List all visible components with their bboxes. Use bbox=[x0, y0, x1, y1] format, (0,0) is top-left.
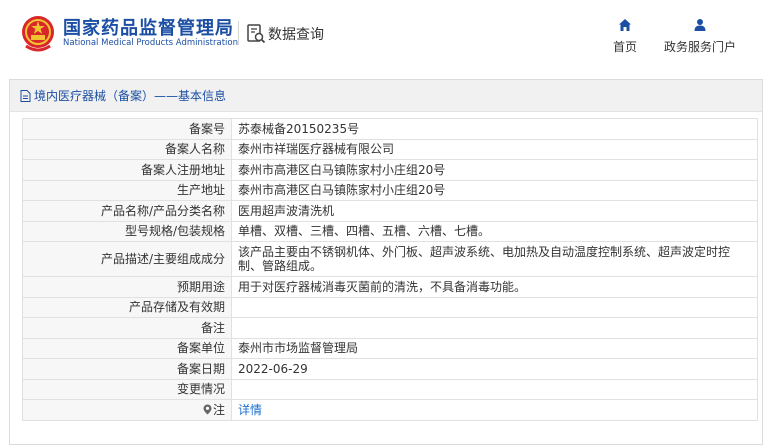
row-label-product-description: 产品描述/主要组成成分 bbox=[22, 241, 232, 277]
row-value-filer-name: 泰州市祥瑞医疗器械有限公司 bbox=[231, 138, 758, 160]
row-value-model-spec: 单槽、双槽、三槽、四槽、五槽、六槽、七槽。 bbox=[231, 220, 758, 242]
table-row: 备注 bbox=[22, 317, 758, 339]
row-value-filing-unit: 泰州市市场监督管理局 bbox=[231, 337, 758, 359]
row-label-intended-use: 预期用途 bbox=[22, 276, 232, 298]
row-label-product-name: 产品名称/产品分类名称 bbox=[22, 200, 232, 222]
nav-home-label: 首页 bbox=[612, 40, 637, 54]
document-icon bbox=[20, 89, 31, 102]
table-row: 注 详情 bbox=[22, 399, 758, 421]
data-query-title[interactable]: 数据查询 bbox=[268, 24, 324, 44]
row-value-remarks bbox=[231, 317, 758, 339]
table-row: 备案人注册地址 泰州市高港区白马镇陈家村小庄组20号 bbox=[22, 159, 758, 181]
row-value-filing-date: 2022-06-29 bbox=[231, 358, 758, 380]
record-panel: 境内医疗器械（备案）——基本信息 备案号 苏泰械备20150235号 备案人名称… bbox=[9, 79, 763, 445]
database-search-icon bbox=[247, 24, 266, 44]
site-title-cn[interactable]: 国家药品监督管理局 bbox=[63, 14, 234, 40]
table-row: 产品描述/主要组成成分 该产品主要由不锈钢机体、外门板、超声波系统、电加热及自动… bbox=[22, 241, 758, 277]
row-label-filer-name: 备案人名称 bbox=[22, 138, 232, 160]
row-value-product-description: 该产品主要由不锈钢机体、外门板、超声波系统、电加热及自动温度控制系统、超声波定时… bbox=[231, 241, 758, 277]
row-value-production-address: 泰州市高港区白马镇陈家村小庄组20号 bbox=[231, 179, 758, 201]
table-row: 型号规格/包装规格 单槽、双槽、三槽、四槽、五槽、六槽、七槽。 bbox=[22, 220, 758, 242]
row-label-registered-address: 备案人注册地址 bbox=[22, 159, 232, 181]
nav-service-portal-label: 政务服务门户 bbox=[663, 40, 736, 54]
row-label-filing-date: 备案日期 bbox=[22, 358, 232, 380]
row-label-note-text: 注 bbox=[212, 402, 225, 417]
row-value-note: 详情 bbox=[231, 399, 758, 421]
header-divider bbox=[238, 21, 239, 45]
table-row: 变更情况 bbox=[22, 378, 758, 400]
table-row: 预期用途 用于对医疗器械消毒灭菌前的清洗，不具备消毒功能。 bbox=[22, 276, 758, 298]
row-label-note: 注 bbox=[22, 399, 232, 421]
row-value-registered-address: 泰州市高港区白马镇陈家村小庄组20号 bbox=[231, 159, 758, 181]
table-row: 备案单位 泰州市市场监督管理局 bbox=[22, 337, 758, 359]
row-label-model-spec: 型号规格/包装规格 bbox=[22, 220, 232, 242]
row-label-production-address: 生产地址 bbox=[22, 179, 232, 201]
nav-home[interactable]: 首页 bbox=[605, 18, 645, 55]
row-label-remarks: 备注 bbox=[22, 317, 232, 339]
panel-title: 境内医疗器械（备案）——基本信息 bbox=[34, 89, 227, 103]
site-title-en[interactable]: National Medical Products Administration bbox=[63, 38, 238, 48]
table-row: 备案日期 2022-06-29 bbox=[22, 358, 758, 380]
row-value-intended-use: 用于对医疗器械消毒灭菌前的清洗，不具备消毒功能。 bbox=[231, 276, 758, 298]
table-row: 备案人名称 泰州市祥瑞医疗器械有限公司 bbox=[22, 138, 758, 160]
row-value-product-name: 医用超声波清洗机 bbox=[231, 200, 758, 222]
home-icon bbox=[619, 19, 631, 31]
location-pin-icon bbox=[203, 404, 212, 415]
record-info-table: 备案号 苏泰械备20150235号 备案人名称 泰州市祥瑞医疗器械有限公司 备案… bbox=[22, 118, 758, 421]
panel-header: 境内医疗器械（备案）——基本信息 bbox=[10, 80, 762, 112]
table-row: 生产地址 泰州市高港区白马镇陈家村小庄组20号 bbox=[22, 179, 758, 201]
site-header: 国家药品监督管理局 National Medical Products Admi… bbox=[0, 0, 765, 74]
user-icon bbox=[694, 19, 706, 31]
row-value-record-number: 苏泰械备20150235号 bbox=[231, 118, 758, 140]
row-label-change-status: 变更情况 bbox=[22, 378, 232, 400]
row-value-change-status bbox=[231, 378, 758, 400]
table-row: 备案号 苏泰械备20150235号 bbox=[22, 118, 758, 140]
table-row: 产品存储及有效期 bbox=[22, 296, 758, 318]
national-emblem-icon bbox=[22, 16, 54, 52]
row-value-storage-validity bbox=[231, 296, 758, 318]
row-label-record-number: 备案号 bbox=[22, 118, 232, 140]
table-row: 产品名称/产品分类名称 医用超声波清洗机 bbox=[22, 200, 758, 222]
row-label-storage-validity: 产品存储及有效期 bbox=[22, 296, 232, 318]
row-label-filing-unit: 备案单位 bbox=[22, 337, 232, 359]
details-link[interactable]: 详情 bbox=[238, 403, 262, 417]
nav-service-portal[interactable]: 政务服务门户 bbox=[658, 18, 742, 55]
